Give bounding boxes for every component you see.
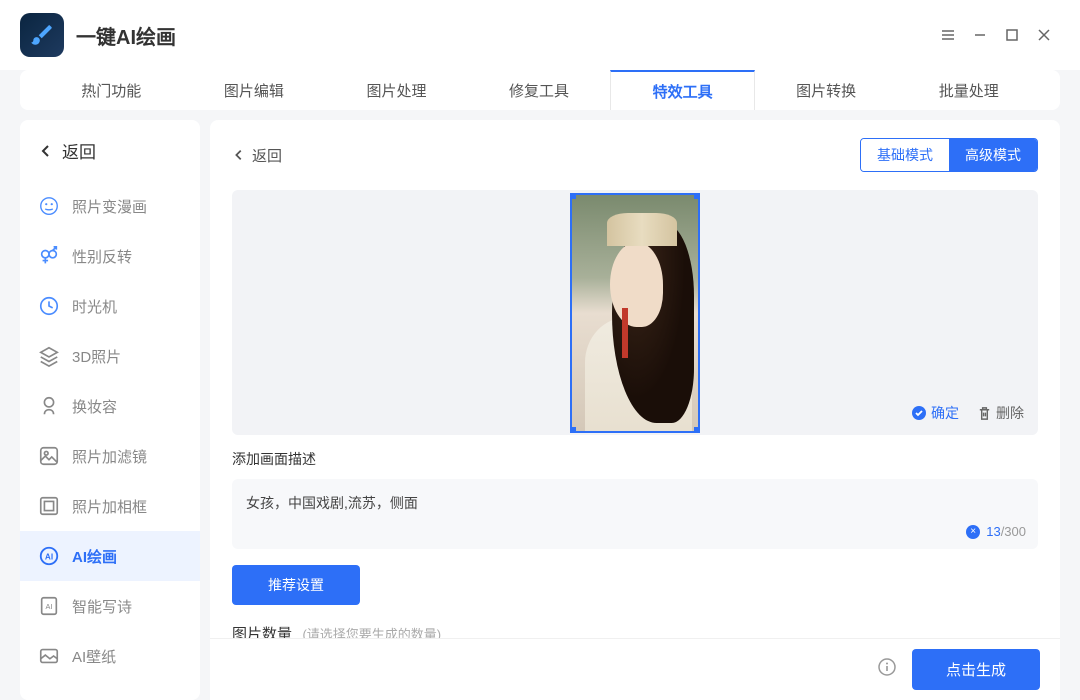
sidebar-item-label: 照片加滤镜 [72,446,147,467]
sidebar-item-label: 换妆容 [72,396,117,417]
clear-icon[interactable]: × [966,525,980,539]
generate-button[interactable]: 点击生成 [912,649,1040,690]
sidebar-item-label: 3D照片 [72,346,121,367]
sidebar-item-frame[interactable]: 照片加相框 [20,481,200,531]
sidebar-item-3d[interactable]: 3D照片 [20,331,200,381]
tab-repair[interactable]: 修复工具 [468,70,611,110]
sidebar-item-label: 智能写诗 [72,596,132,617]
sidebar-item-makeup[interactable]: 换妆容 [20,381,200,431]
sidebar-item-label: AI绘画 [72,546,117,567]
close-icon [1037,28,1051,42]
sidebar-item-gender[interactable]: 性别反转 [20,231,200,281]
svg-text:AI: AI [45,553,53,562]
description-input[interactable]: 女孩，中国戏剧,流苏，侧面 × 13/300 [232,479,1038,549]
titlebar: 一键AI绘画 [0,0,1080,70]
mode-basic-button[interactable]: 基础模式 [861,139,949,171]
delete-label: 删除 [996,403,1024,423]
clock-icon [38,295,60,317]
sidebar-item-time[interactable]: 时光机 [20,281,200,331]
tab-edit[interactable]: 图片编辑 [183,70,326,110]
tab-hot[interactable]: 热门功能 [40,70,183,110]
face-icon [38,195,60,217]
sidebar-item-cartoon[interactable]: 照片变漫画 [20,181,200,231]
layers-icon [38,345,60,367]
preview-area[interactable]: 确定 删除 [232,190,1038,435]
ai-icon: AI [38,545,60,567]
wallpaper-icon [38,645,60,667]
content: 返回 基础模式 高级模式 确定 [210,120,1060,648]
sidebar-item-label: 性别反转 [72,246,132,267]
sidebar-item-label: 照片变漫画 [72,196,147,217]
trash-icon [977,406,992,421]
menu-icon [940,27,956,43]
sidebar-item-poem[interactable]: AI 智能写诗 [20,581,200,631]
recommend-button[interactable]: 推荐设置 [232,565,360,605]
confirm-button[interactable]: 确定 [911,403,959,423]
content-back-label: 返回 [252,145,282,166]
check-icon [911,405,927,421]
chevron-left-icon [38,143,54,159]
app-logo [20,13,64,57]
description-text: 女孩，中国戏剧,流苏，侧面 [246,495,418,511]
main-tabs: 热门功能 图片编辑 图片处理 修复工具 特效工具 图片转换 批量处理 [20,70,1060,110]
poem-icon: AI [38,595,60,617]
chevron-left-icon [232,148,246,162]
tab-batch[interactable]: 批量处理 [897,70,1040,110]
makeup-icon [38,395,60,417]
close-button[interactable] [1028,19,1060,51]
info-icon[interactable] [878,658,896,681]
sidebar-item-label: AI壁纸 [72,646,116,667]
minimize-button[interactable] [964,19,996,51]
sidebar-back[interactable]: 返回 [20,138,200,181]
maximize-button[interactable] [996,19,1028,51]
sidebar-item-label: 时光机 [72,296,117,317]
frame-icon [38,495,60,517]
delete-button[interactable]: 删除 [977,403,1024,423]
desc-label: 添加画面描述 [232,449,1038,469]
maximize-icon [1006,29,1018,41]
preview-image[interactable] [570,193,700,433]
menu-button[interactable] [932,19,964,51]
sidebar-item-label: 照片加相框 [72,496,147,517]
svg-text:AI: AI [46,602,53,611]
content-back[interactable]: 返回 [232,145,282,166]
sidebar-item-wallpaper[interactable]: AI壁纸 [20,631,200,681]
app-title: 一键AI绘画 [76,21,176,50]
sidebar-item-filter[interactable]: 照片加滤镜 [20,431,200,481]
mode-toggle: 基础模式 高级模式 [860,138,1038,172]
char-count: × 13/300 [966,524,1026,539]
minimize-icon [973,28,987,42]
tab-process[interactable]: 图片处理 [325,70,468,110]
tab-effects[interactable]: 特效工具 [610,70,755,110]
sidebar-back-label: 返回 [62,138,96,163]
gender-icon [38,245,60,267]
confirm-label: 确定 [931,403,959,423]
footer: 点击生成 [210,638,1060,700]
sidebar-item-ai-draw[interactable]: AI AI绘画 [20,531,200,581]
sidebar: 返回 照片变漫画 性别反转 时光机 3D照片 换妆容 照片加滤镜 照片加相框 A… [20,120,200,700]
brush-icon [29,22,55,48]
mode-advanced-button[interactable]: 高级模式 [949,139,1037,171]
filter-icon [38,445,60,467]
tab-convert[interactable]: 图片转换 [755,70,898,110]
